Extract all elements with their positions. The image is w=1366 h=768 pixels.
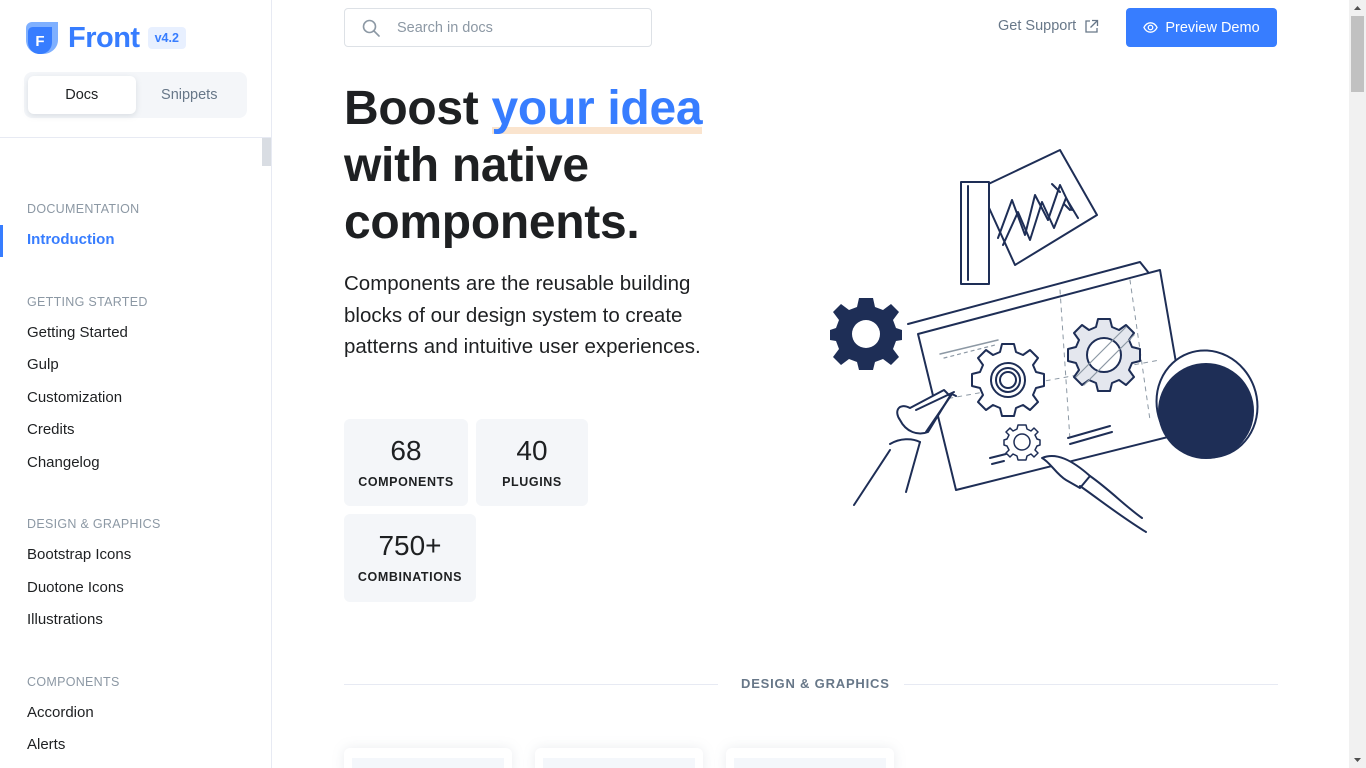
section-divider-label: DESIGN & GRAPHICS bbox=[741, 676, 890, 691]
scroll-up-arrow-icon[interactable] bbox=[1349, 0, 1366, 16]
stat-label: COMPONENTS bbox=[358, 475, 454, 489]
sidebar-item-duotone-icons[interactable]: Duotone Icons bbox=[27, 579, 124, 596]
front-logo-icon: F bbox=[24, 20, 60, 56]
get-support-label: Get Support bbox=[998, 18, 1077, 34]
card-preview[interactable] bbox=[535, 748, 703, 768]
hero-title-part1: Boost bbox=[344, 82, 492, 135]
card-preview[interactable] bbox=[344, 748, 512, 768]
eye-icon bbox=[1143, 20, 1159, 35]
search-input[interactable] bbox=[397, 19, 617, 36]
stat-label: PLUGINS bbox=[502, 475, 562, 489]
preview-demo-label: Preview Demo bbox=[1165, 19, 1260, 36]
stat-value: 40 bbox=[516, 435, 548, 466]
stat-plugins: 40 PLUGINS bbox=[476, 419, 588, 506]
page-scroll-thumb[interactable] bbox=[1351, 16, 1364, 92]
nav-heading-getting-started: GETTING STARTED bbox=[27, 295, 148, 309]
hero-title-highlight: your idea bbox=[491, 82, 703, 135]
stat-combinations: 750+ COMBINATIONS bbox=[344, 514, 476, 602]
sidebar-item-introduction[interactable]: Introduction bbox=[27, 231, 114, 248]
section-divider-left bbox=[344, 684, 718, 685]
section-divider-right bbox=[904, 684, 1278, 685]
scroll-down-arrow-icon[interactable] bbox=[1349, 752, 1366, 768]
hero-illustration bbox=[820, 140, 1270, 540]
nav-heading-documentation: DOCUMENTATION bbox=[27, 202, 140, 216]
stat-value: 750+ bbox=[378, 530, 442, 561]
sidebar-scrollbar[interactable] bbox=[262, 138, 271, 166]
stat-value: 68 bbox=[390, 435, 422, 466]
sidebar: F Front v4.2 Docs Snippets DOCUMENTATION… bbox=[0, 0, 272, 768]
sidebar-item-accordion[interactable]: Accordion bbox=[27, 704, 94, 721]
stat-label: COMBINATIONS bbox=[357, 570, 463, 584]
hero-title: Boost your idea with native components. bbox=[344, 80, 764, 251]
sidebar-item-alerts[interactable]: Alerts bbox=[27, 736, 65, 753]
hero-lead: Components are the reusable building blo… bbox=[344, 272, 701, 358]
get-support-link[interactable]: Get Support bbox=[998, 18, 1099, 34]
stat-components: 68 COMPONENTS bbox=[344, 419, 468, 506]
sidebar-item-bootstrap-icons[interactable]: Bootstrap Icons bbox=[27, 546, 131, 563]
tab-snippets[interactable]: Snippets bbox=[136, 76, 244, 114]
external-link-icon bbox=[1084, 19, 1099, 34]
active-indicator bbox=[0, 225, 3, 257]
sidebar-item-credits[interactable]: Credits bbox=[27, 421, 75, 438]
brand-name: Front bbox=[68, 21, 140, 54]
nav-heading-design-graphics: DESIGN & GRAPHICS bbox=[27, 517, 161, 531]
card-preview[interactable] bbox=[726, 748, 894, 768]
preview-demo-button[interactable]: Preview Demo bbox=[1126, 8, 1277, 47]
sidebar-item-getting-started[interactable]: Getting Started bbox=[27, 324, 128, 341]
brand[interactable]: F Front v4.2 bbox=[24, 18, 186, 58]
hero-title-part2: with native components. bbox=[344, 139, 640, 249]
sidebar-item-changelog[interactable]: Changelog bbox=[27, 454, 100, 471]
search-icon bbox=[362, 19, 380, 37]
docs-snippets-toggle: Docs Snippets bbox=[24, 72, 247, 118]
page-scrollbar[interactable] bbox=[1349, 0, 1366, 768]
version-badge: v4.2 bbox=[147, 27, 186, 49]
sidebar-divider bbox=[0, 137, 271, 138]
sidebar-item-illustrations[interactable]: Illustrations bbox=[27, 611, 103, 628]
sidebar-item-gulp[interactable]: Gulp bbox=[27, 356, 59, 373]
svg-text:F: F bbox=[35, 33, 44, 50]
search-box[interactable] bbox=[344, 8, 652, 47]
tab-docs[interactable]: Docs bbox=[28, 76, 136, 114]
nav-heading-components: COMPONENTS bbox=[27, 675, 120, 689]
sidebar-item-customization[interactable]: Customization bbox=[27, 389, 122, 406]
